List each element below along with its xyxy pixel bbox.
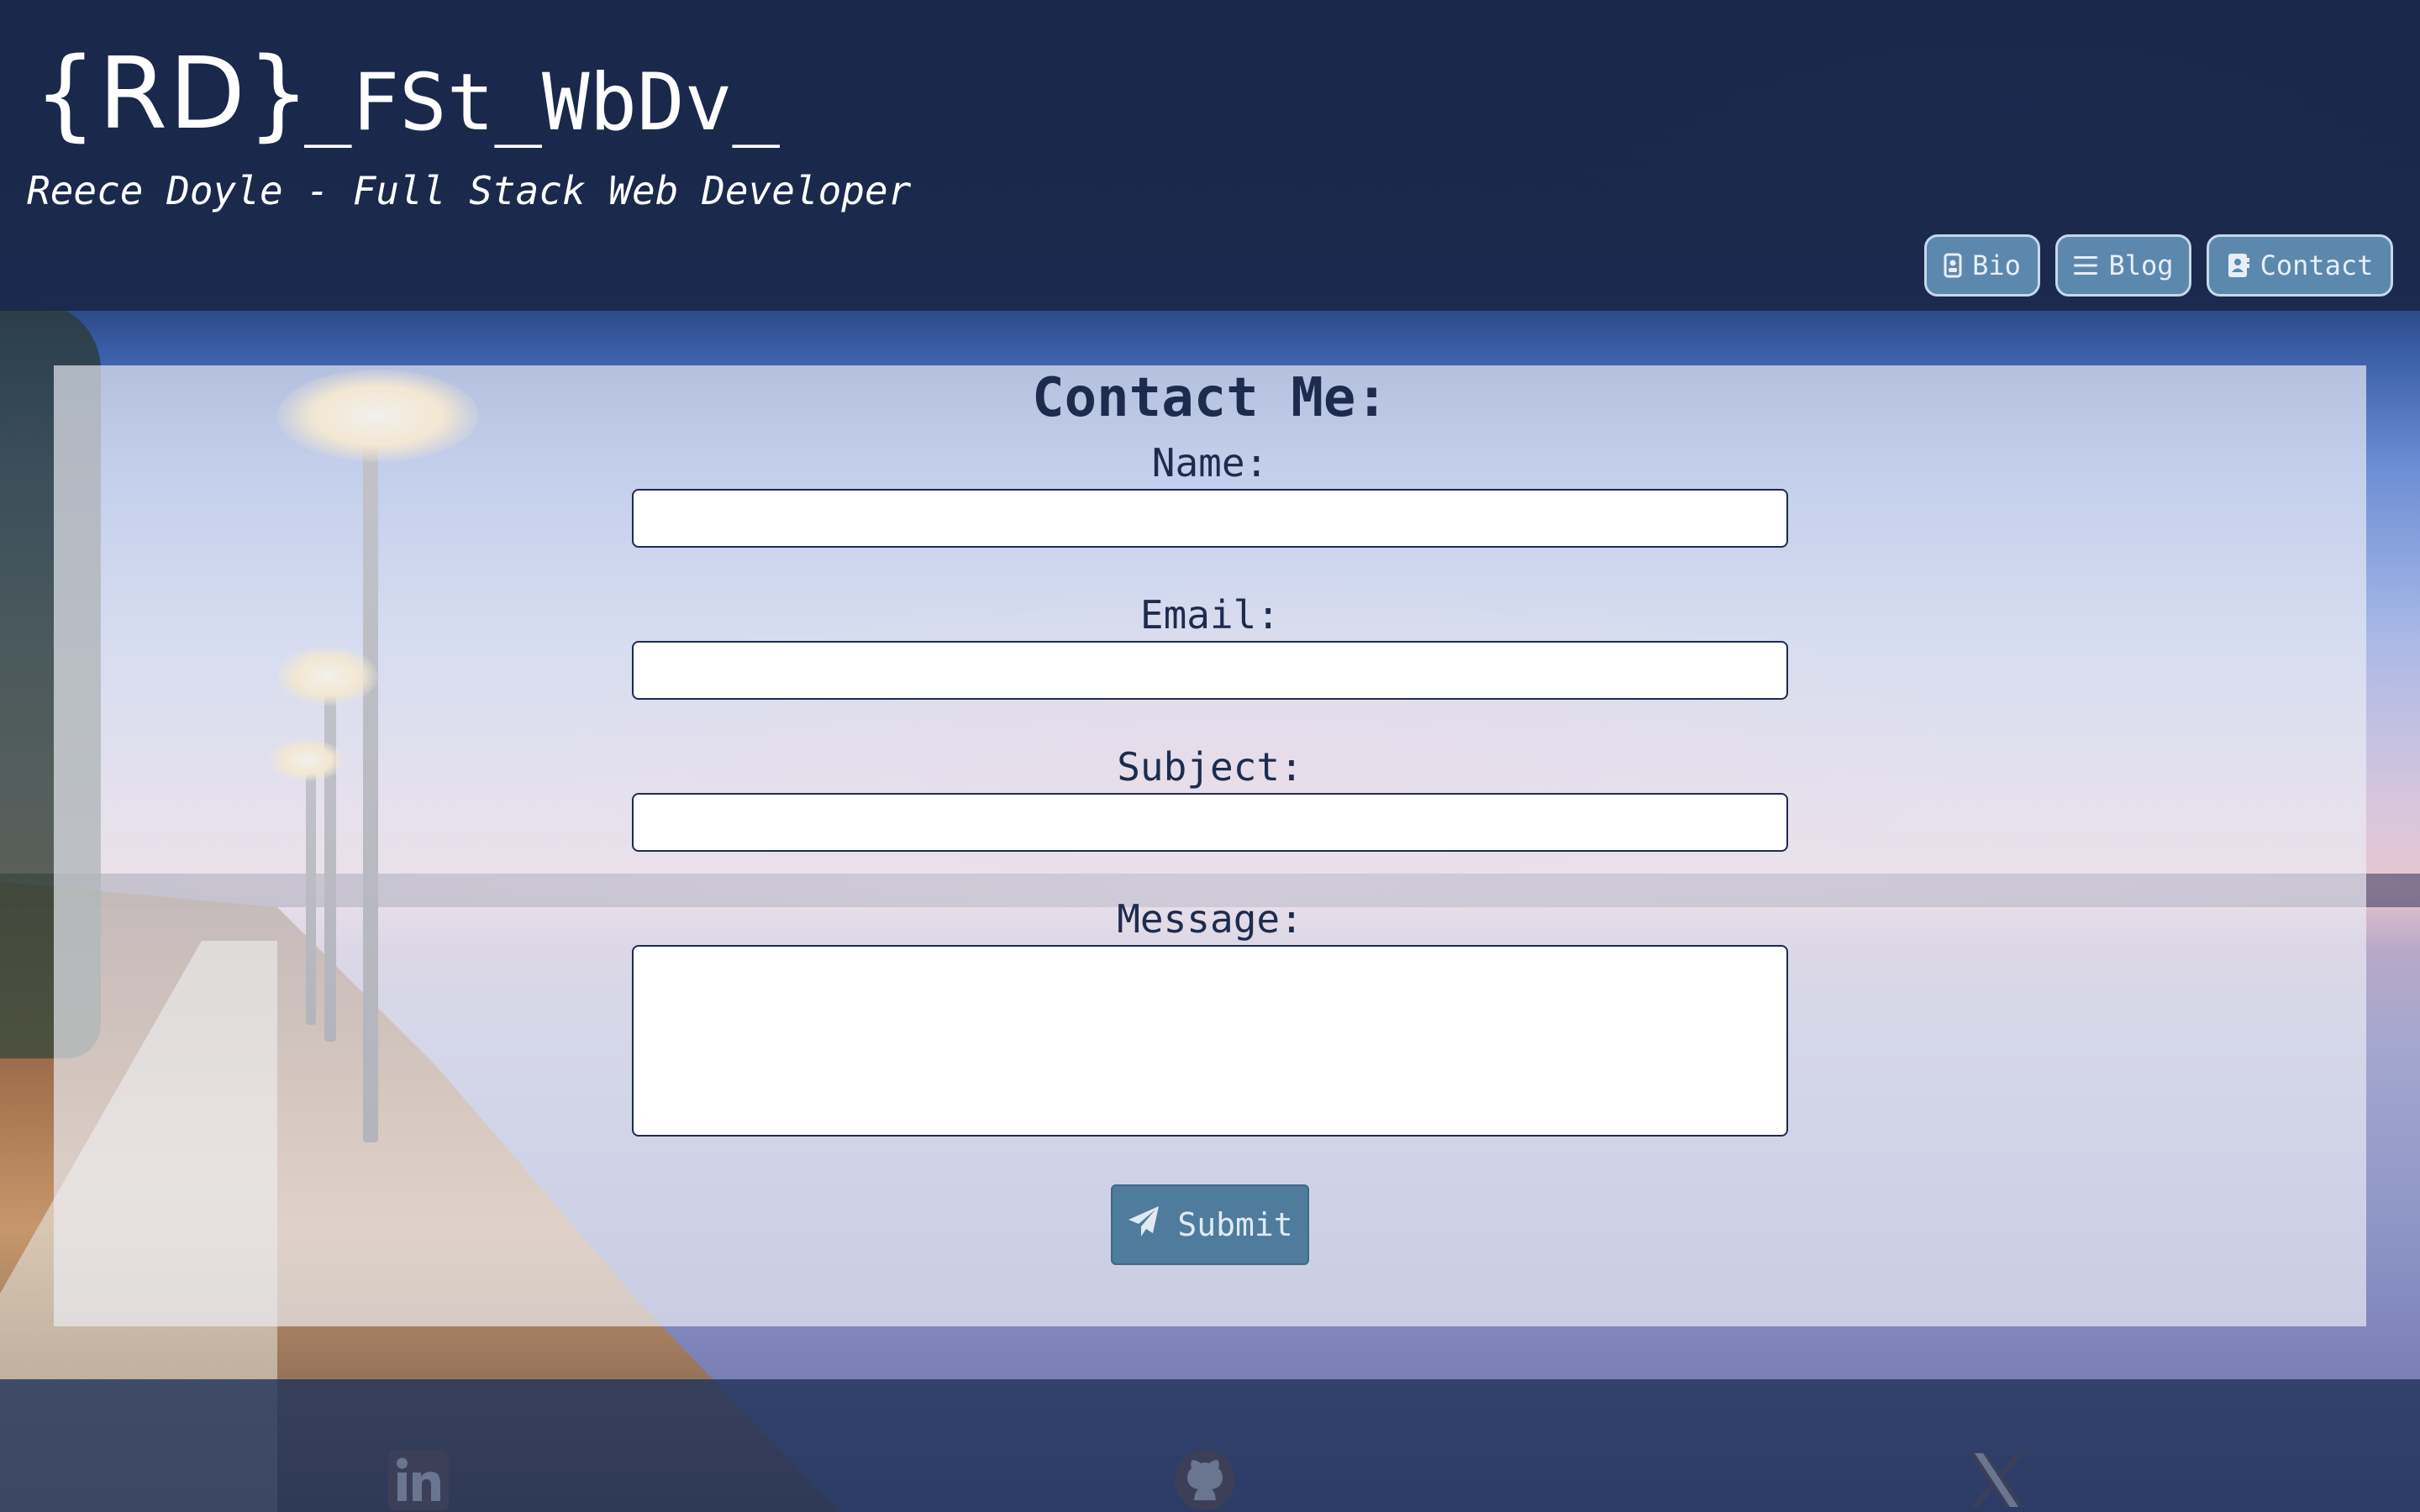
logo-mark[interactable]: {RD} bbox=[34, 44, 312, 143]
nav-bio-button[interactable]: Bio bbox=[1924, 234, 2040, 297]
site-tagline: Reece Doyle - Full Stack Web Developer bbox=[27, 168, 912, 213]
nav-contact-label: Contact bbox=[2260, 249, 2374, 281]
site-logo-text[interactable]: _FSt_WbDv_ bbox=[304, 64, 780, 143]
nav-blog-button[interactable]: Blog bbox=[2055, 234, 2191, 297]
message-label: Message: bbox=[1117, 896, 1303, 942]
nav-blog-label: Blog bbox=[2108, 249, 2174, 281]
contact-title: Contact Me: bbox=[1032, 367, 1388, 429]
submit-button[interactable]: Submit bbox=[1111, 1184, 1309, 1265]
name-input[interactable] bbox=[632, 489, 1788, 548]
x-twitter-link[interactable] bbox=[1965, 1448, 2028, 1512]
site-header: {RD} _FSt_WbDv_ Reece Doyle - Full Stack… bbox=[0, 0, 2420, 311]
menu-lines-icon bbox=[2073, 255, 2098, 276]
message-textarea[interactable] bbox=[632, 945, 1788, 1137]
subject-input[interactable] bbox=[632, 793, 1788, 852]
nav-contact-button[interactable]: Contact bbox=[2207, 234, 2393, 297]
email-input[interactable] bbox=[632, 641, 1788, 700]
name-label: Name: bbox=[1151, 440, 1269, 486]
address-book-icon bbox=[2227, 253, 2250, 278]
linkedin-link[interactable] bbox=[387, 1448, 450, 1512]
submit-label: Submit bbox=[1177, 1206, 1293, 1243]
paper-plane-icon bbox=[1127, 1205, 1160, 1246]
subject-label: Subject: bbox=[1117, 744, 1303, 790]
id-badge-icon bbox=[1944, 253, 1962, 278]
github-icon bbox=[1173, 1448, 1237, 1512]
nav-bio-label: Bio bbox=[1972, 249, 2021, 281]
email-label: Email: bbox=[1139, 592, 1281, 638]
github-link[interactable] bbox=[1173, 1448, 1237, 1512]
x-twitter-icon bbox=[1965, 1448, 2028, 1512]
linkedin-icon bbox=[387, 1448, 450, 1512]
